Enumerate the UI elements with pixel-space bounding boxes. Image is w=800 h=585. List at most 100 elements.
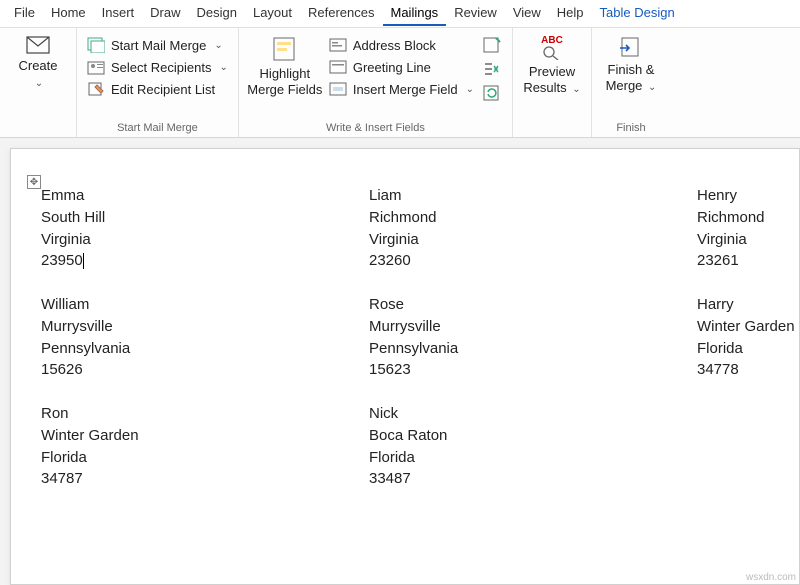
select-recipients-label: Select Recipients — [111, 60, 211, 75]
label-cell[interactable]: HarryWinter GardenFlorida34778 — [697, 294, 799, 381]
label-cell[interactable]: RonWinter GardenFlorida34787 — [41, 403, 369, 490]
preview-results-button[interactable]: ABC PreviewResults ⌄ — [519, 32, 585, 100]
label-cell[interactable]: WilliamMurrysvillePennsylvania15626 — [41, 294, 369, 381]
create-label: Create — [18, 58, 57, 73]
label-cell[interactable]: EmmaSouth HillVirginia23950 — [41, 185, 369, 272]
label-cell[interactable] — [697, 403, 799, 490]
address-block-label: Address Block — [353, 38, 436, 53]
labels-table[interactable]: EmmaSouth HillVirginia23950LiamRichmondV… — [41, 185, 799, 490]
label-city: Winter Garden — [697, 316, 799, 338]
label-city: Murrysville — [369, 316, 697, 338]
abc-icon: ABC — [541, 36, 563, 46]
select-recipients-button[interactable]: Select Recipients ⌄ — [85, 58, 230, 76]
label-city: Murrysville — [41, 316, 369, 338]
greeting-line-button[interactable]: Greeting Line — [327, 58, 476, 76]
watermark: wsxdn.com — [746, 572, 796, 583]
label-name: Liam — [369, 185, 697, 207]
label-zip: 23950 — [41, 250, 369, 272]
greeting-line-label: Greeting Line — [353, 60, 431, 75]
label-zip: 15623 — [369, 359, 697, 381]
start-mail-merge-button[interactable]: Start Mail Merge ⌄ — [85, 36, 230, 54]
address-block-button[interactable]: Address Block — [327, 36, 476, 54]
tab-help[interactable]: Help — [549, 1, 592, 26]
document-area: ✥ EmmaSouth HillVirginia23950LiamRichmon… — [0, 138, 800, 585]
label-city: Richmond — [697, 207, 799, 229]
group-preview-results: ABC PreviewResults ⌄ — [513, 28, 592, 137]
tab-home[interactable]: Home — [43, 1, 94, 26]
create-button[interactable]: Create⌄ — [6, 32, 70, 94]
label-city: South Hill — [41, 207, 369, 229]
finish-merge-button[interactable]: Finish &Merge ⌄ — [598, 32, 664, 98]
group-write-insert: Highlight Merge Fields Address Block Gre… — [239, 28, 513, 137]
tab-insert[interactable]: Insert — [94, 1, 143, 26]
tab-draw[interactable]: Draw — [142, 1, 188, 26]
group-write-insert-label: Write & Insert Fields — [245, 120, 506, 137]
label-state: Virginia — [41, 229, 369, 251]
label-state: Virginia — [697, 229, 799, 251]
group-start-mail-merge: Start Mail Merge ⌄ Select Recipients ⌄ E… — [77, 28, 239, 137]
address-block-icon — [329, 37, 347, 53]
tab-table-design[interactable]: Table Design — [592, 1, 683, 26]
edit-recipient-list-button[interactable]: Edit Recipient List — [85, 80, 230, 98]
tab-design[interactable]: Design — [189, 1, 245, 26]
tab-review[interactable]: Review — [446, 1, 505, 26]
tab-references[interactable]: References — [300, 1, 382, 26]
highlight-merge-fields-label: Highlight Merge Fields — [247, 66, 323, 97]
rules-icon[interactable] — [482, 36, 502, 54]
tab-view[interactable]: View — [505, 1, 549, 26]
label-cell[interactable]: HenryRichmondVirginia23261 — [697, 185, 799, 272]
label-state: Pennsylvania — [369, 338, 697, 360]
label-city: Boca Raton — [369, 425, 697, 447]
chevron-down-icon: ⌄ — [214, 40, 222, 51]
group-preview-label — [519, 120, 585, 137]
label-state: Florida — [697, 338, 799, 360]
group-finish: Finish &Merge ⌄ Finish — [592, 28, 670, 137]
magnifier-icon — [542, 46, 562, 60]
label-state: Virginia — [369, 229, 697, 251]
label-zip: 34778 — [697, 359, 799, 381]
label-name: Harry — [697, 294, 799, 316]
label-zip: 34787 — [41, 468, 369, 490]
group-finish-label: Finish — [598, 120, 664, 137]
group-create-label — [6, 120, 70, 137]
insert-merge-field-button[interactable]: Insert Merge Field ⌄ — [327, 80, 476, 98]
recipients-icon — [87, 59, 105, 75]
label-name: Emma — [41, 185, 369, 207]
label-name: Henry — [697, 185, 799, 207]
group-create: Create⌄ — [0, 28, 77, 137]
finish-merge-label2: Merge — [606, 78, 643, 93]
highlight-merge-fields-button[interactable]: Highlight Merge Fields — [245, 32, 325, 101]
group-start-mail-merge-label: Start Mail Merge — [83, 120, 232, 137]
finish-merge-label1: Finish & — [608, 62, 655, 77]
menu-bar: File Home Insert Draw Design Layout Refe… — [0, 0, 800, 28]
finish-merge-icon — [618, 36, 644, 58]
greeting-line-icon — [329, 59, 347, 75]
label-state: Florida — [369, 447, 697, 469]
preview-results-label1: Preview — [529, 64, 575, 79]
label-name: Nick — [369, 403, 697, 425]
envelope-icon — [26, 36, 50, 54]
label-city: Richmond — [369, 207, 697, 229]
tab-mailings[interactable]: Mailings — [383, 1, 447, 26]
highlight-icon — [272, 36, 298, 62]
insert-merge-field-label: Insert Merge Field — [353, 82, 458, 97]
label-cell[interactable]: RoseMurrysvillePennsylvania15623 — [369, 294, 697, 381]
label-zip: 15626 — [41, 359, 369, 381]
chevron-down-icon: ⌄ — [572, 84, 580, 95]
edit-recipient-list-label: Edit Recipient List — [111, 82, 215, 97]
label-cell[interactable]: NickBoca RatonFlorida33487 — [369, 403, 697, 490]
label-cell[interactable]: LiamRichmondVirginia23260 — [369, 185, 697, 272]
label-name: William — [41, 294, 369, 316]
label-name: Rose — [369, 294, 697, 316]
match-fields-icon[interactable] — [482, 60, 502, 78]
mail-merge-icon — [87, 37, 105, 53]
tab-layout[interactable]: Layout — [245, 1, 300, 26]
label-state: Florida — [41, 447, 369, 469]
tab-file[interactable]: File — [6, 1, 43, 26]
ribbon: Create⌄ Start Mail Merge ⌄ Select Recipi… — [0, 28, 800, 138]
update-labels-icon[interactable] — [482, 84, 502, 102]
table-move-handle-icon[interactable]: ✥ — [27, 175, 41, 189]
start-mail-merge-label: Start Mail Merge — [111, 38, 206, 53]
page[interactable]: ✥ EmmaSouth HillVirginia23950LiamRichmon… — [10, 148, 800, 585]
edit-list-icon — [87, 81, 105, 97]
